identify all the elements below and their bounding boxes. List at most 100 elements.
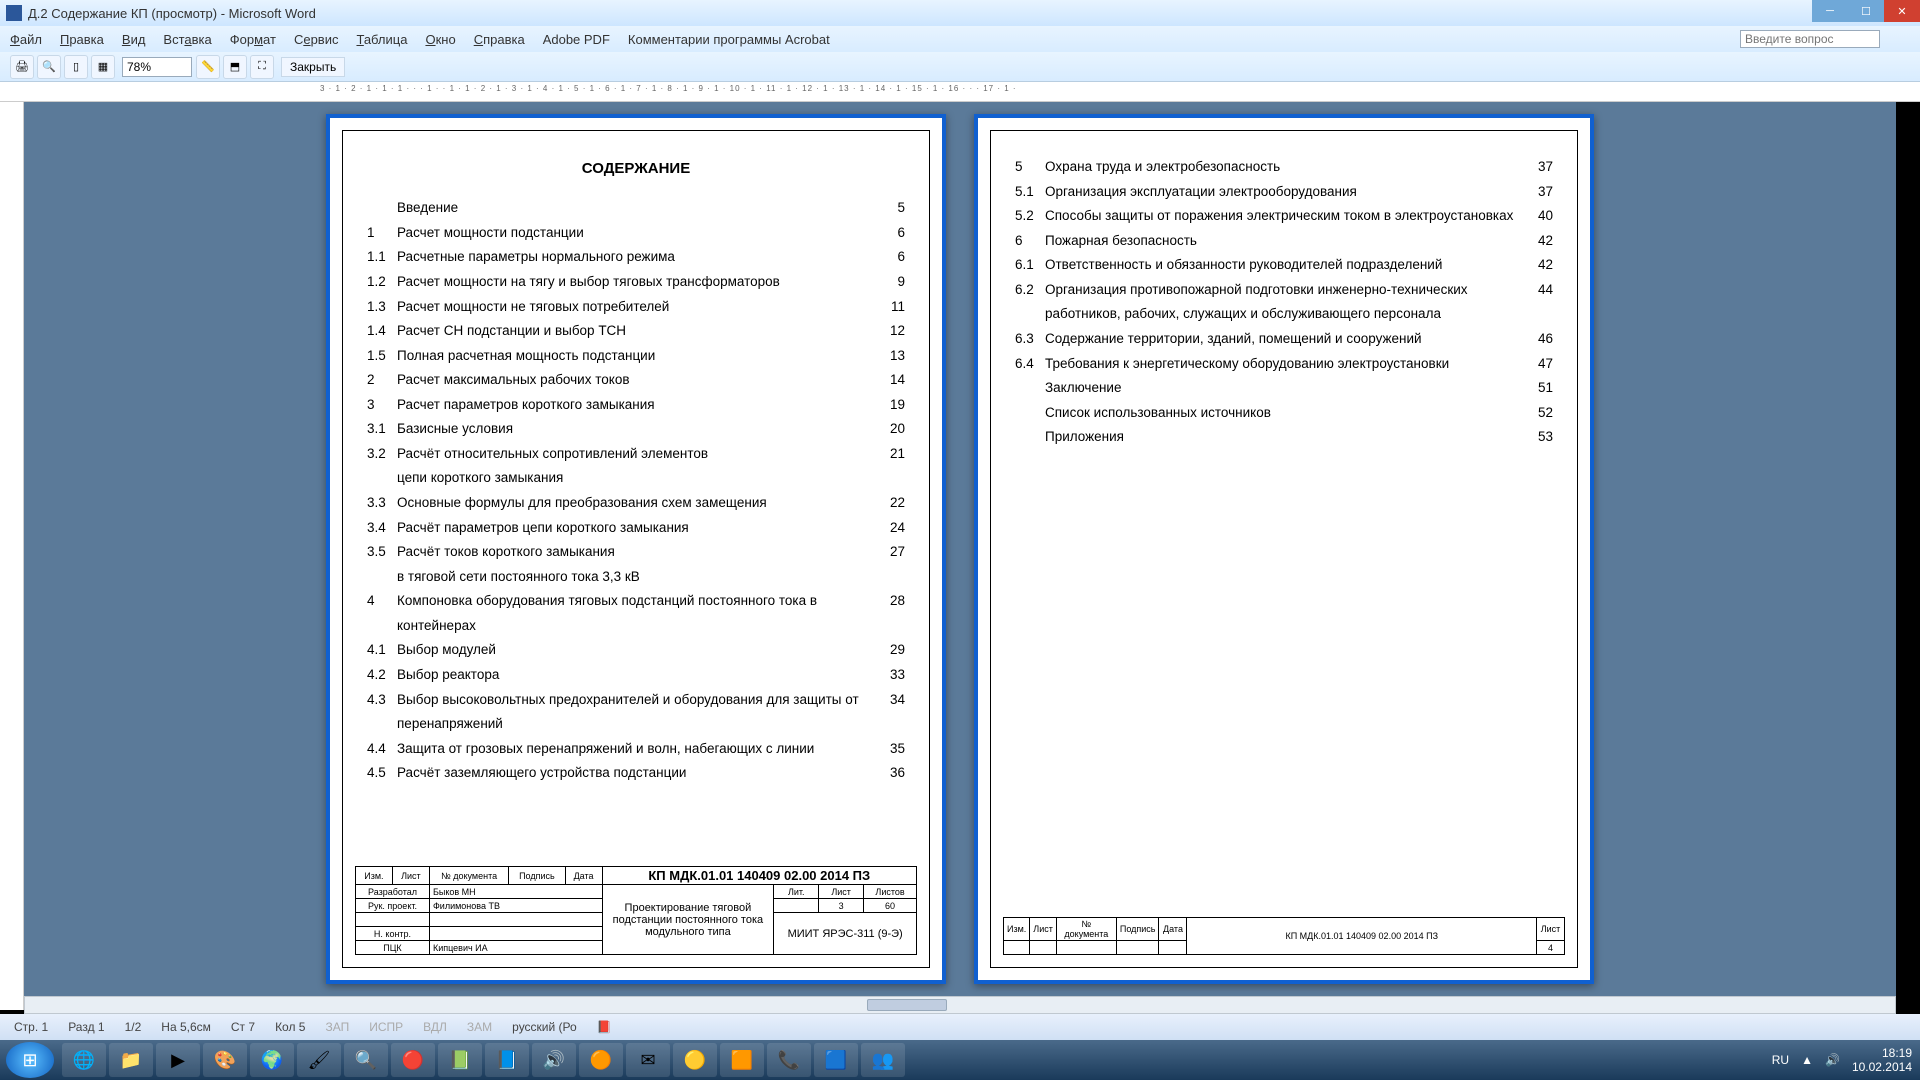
menu-help[interactable]: Справка [474, 32, 525, 47]
toc-row: 6.3Содержание территории, зданий, помеще… [1015, 327, 1553, 352]
toc-row: 6.2Организация противопожарной подготовк… [1015, 278, 1553, 327]
zoom-input[interactable] [122, 57, 192, 77]
menu-window[interactable]: Окно [425, 32, 455, 47]
taskbar-app-15[interactable]: 📞 [767, 1043, 811, 1077]
tray-clock[interactable]: 18:19 10.02.2014 [1852, 1046, 1912, 1075]
menu-acrobat-comments[interactable]: Комментарии программы Acrobat [628, 32, 830, 47]
toc-row: Введение5 [367, 196, 905, 221]
taskbar: ⊞ 🌐📁▶🎨🌍🖌🔍🔴📗📘🔊🟠✉🟡🟧📞🟦👥 RU ▲ 🔊 18:19 10.02.… [0, 1040, 1920, 1080]
toolbar: 🖨 🔍 ▯ ▦ 📏 ⬒ ⛶ Закрыть [0, 52, 1920, 82]
title-block-main: Изм. Лист № документа Подпись Дата КП МД… [355, 866, 917, 955]
toc-row: 5.2Способы защиты от поражения электриче… [1015, 204, 1553, 229]
taskbar-app-11[interactable]: 🟠 [579, 1043, 623, 1077]
toc-row: 1.4Расчет СН подстанции и выбор ТСН12 [367, 319, 905, 344]
vertical-ruler[interactable] [0, 102, 24, 1010]
toc-row: 5Охрана труда и электробезопасность37 [1015, 155, 1553, 180]
menu-table[interactable]: Таблица [356, 32, 407, 47]
toc-row: Приложения53 [1015, 425, 1553, 450]
page-2: 5Охрана труда и электробезопасность375.1… [974, 114, 1594, 984]
shrink-button[interactable]: ⬒ [223, 55, 247, 79]
menu-insert[interactable]: Вставка [163, 32, 211, 47]
taskbar-app-13[interactable]: 🟡 [673, 1043, 717, 1077]
menu-view[interactable]: Вид [122, 32, 146, 47]
toc-row: 3.3Основные формулы для преобразования с… [367, 491, 905, 516]
help-search-input[interactable] [1740, 30, 1880, 48]
status-line: Ст 7 [231, 1020, 255, 1034]
toc-row: 3.5Расчёт токов короткого замыкания27 [367, 540, 905, 565]
taskbar-app-10[interactable]: 🔊 [532, 1043, 576, 1077]
taskbar-app-2[interactable]: ▶ [156, 1043, 200, 1077]
toc-row: 2Расчет максимальных рабочих токов14 [367, 368, 905, 393]
menu-tools[interactable]: Сервис [294, 32, 339, 47]
scrollbar-thumb[interactable] [867, 999, 947, 1011]
menu-file[interactable]: Файл [10, 32, 42, 47]
toc-row: 6Пожарная безопасность42 [1015, 229, 1553, 254]
fullscreen-button[interactable]: ⛶ [250, 55, 274, 79]
status-page: Стр. 1 [14, 1020, 48, 1034]
maximize-button[interactable]: ☐ [1848, 0, 1884, 22]
toc-row: 3.4Расчёт параметров цепи короткого замы… [367, 516, 905, 541]
word-icon [6, 5, 22, 21]
toc-row: 6.4Требования к энергетическому оборудов… [1015, 352, 1553, 377]
toc-row: 3Расчет параметров короткого замыкания19 [367, 393, 905, 418]
horizontal-scrollbar[interactable] [24, 996, 1896, 1014]
toc-row: 1.5Полная расчетная мощность подстанции1… [367, 344, 905, 369]
minimize-button[interactable]: ─ [1812, 0, 1848, 22]
close-preview-button[interactable]: Закрыть [281, 57, 345, 77]
close-window-button[interactable]: ✕ [1884, 0, 1920, 22]
print-button[interactable]: 🖨 [10, 55, 34, 79]
toc-row: 4.2Выбор реактора33 [367, 663, 905, 688]
title-block-secondary: Изм. Лист № документа Подпись Дата КП МД… [1003, 917, 1565, 955]
toc-row: 3.2Расчёт относительных сопротивлений эл… [367, 442, 905, 467]
taskbar-app-14[interactable]: 🟧 [720, 1043, 764, 1077]
taskbar-app-8[interactable]: 📗 [438, 1043, 482, 1077]
tray-flag-icon[interactable]: ▲ [1801, 1053, 1813, 1067]
status-page-count: 1/2 [125, 1020, 142, 1034]
status-language: русский (Ро [512, 1020, 577, 1034]
toc-row: цепи короткого замыкания [367, 466, 905, 491]
start-button[interactable]: ⊞ [6, 1042, 54, 1078]
ruler-button[interactable]: 📏 [196, 55, 220, 79]
status-position: На 5,6см [161, 1020, 211, 1034]
status-trk: ИСПР [369, 1020, 403, 1034]
menu-adobe-pdf[interactable]: Adobe PDF [543, 32, 610, 47]
taskbar-app-7[interactable]: 🔴 [391, 1043, 435, 1077]
toc-row: 1.1Расчетные параметры нормального режим… [367, 245, 905, 270]
taskbar-app-3[interactable]: 🎨 [203, 1043, 247, 1077]
toc-row: 1.2Расчет мощности на тягу и выбор тягов… [367, 270, 905, 295]
status-section: Разд 1 [68, 1020, 104, 1034]
taskbar-app-6[interactable]: 🔍 [344, 1043, 388, 1077]
status-column: Кол 5 [275, 1020, 305, 1034]
toc-row: 1.3Расчет мощности не тяговых потребител… [367, 295, 905, 320]
title-bar: Д.2 Содержание КП (просмотр) - Microsoft… [0, 0, 1920, 26]
taskbar-app-9[interactable]: 📘 [485, 1043, 529, 1077]
one-page-button[interactable]: ▯ [64, 55, 88, 79]
taskbar-app-5[interactable]: 🖌 [297, 1043, 341, 1077]
toc-row: 4.1Выбор модулей29 [367, 638, 905, 663]
toc-row: Список использованных источников52 [1015, 401, 1553, 426]
spellcheck-icon[interactable]: 📕 [597, 1020, 612, 1034]
taskbar-app-16[interactable]: 🟦 [814, 1043, 858, 1077]
toc-row: 6.1Ответственность и обязанности руковод… [1015, 253, 1553, 278]
taskbar-app-1[interactable]: 📁 [109, 1043, 153, 1077]
taskbar-app-4[interactable]: 🌍 [250, 1043, 294, 1077]
multi-page-button[interactable]: ▦ [91, 55, 115, 79]
tray-volume-icon[interactable]: 🔊 [1825, 1053, 1840, 1067]
taskbar-app-0[interactable]: 🌐 [62, 1043, 106, 1077]
toc-row: 3.1Базисные условия20 [367, 417, 905, 442]
tray-lang[interactable]: RU [1772, 1053, 1789, 1067]
toc-row: 5.1Организация эксплуатации электрообору… [1015, 180, 1553, 205]
toc-heading: СОДЕРЖАНИЕ [367, 155, 905, 182]
horizontal-ruler[interactable]: 3 · 1 · 2 · 1 · 1 · 1 · · · 1 · · 1 · 1 … [0, 82, 1920, 102]
toc-row: Заключение51 [1015, 376, 1553, 401]
magnify-button[interactable]: 🔍 [37, 55, 61, 79]
menu-format[interactable]: Формат [230, 32, 276, 47]
document-area[interactable]: СОДЕРЖАНИЕ Введение51Расчет мощности под… [24, 102, 1896, 1010]
menu-edit[interactable]: Правка [60, 32, 104, 47]
toc-row: 4.3Выбор высоковольтных предохранителей … [367, 688, 905, 737]
taskbar-app-17[interactable]: 👥 [861, 1043, 905, 1077]
system-tray: RU ▲ 🔊 18:19 10.02.2014 [1772, 1040, 1912, 1080]
toc-row: 4Компоновка оборудования тяговых подстан… [367, 589, 905, 638]
status-rec: ЗАП [325, 1020, 349, 1034]
taskbar-app-12[interactable]: ✉ [626, 1043, 670, 1077]
